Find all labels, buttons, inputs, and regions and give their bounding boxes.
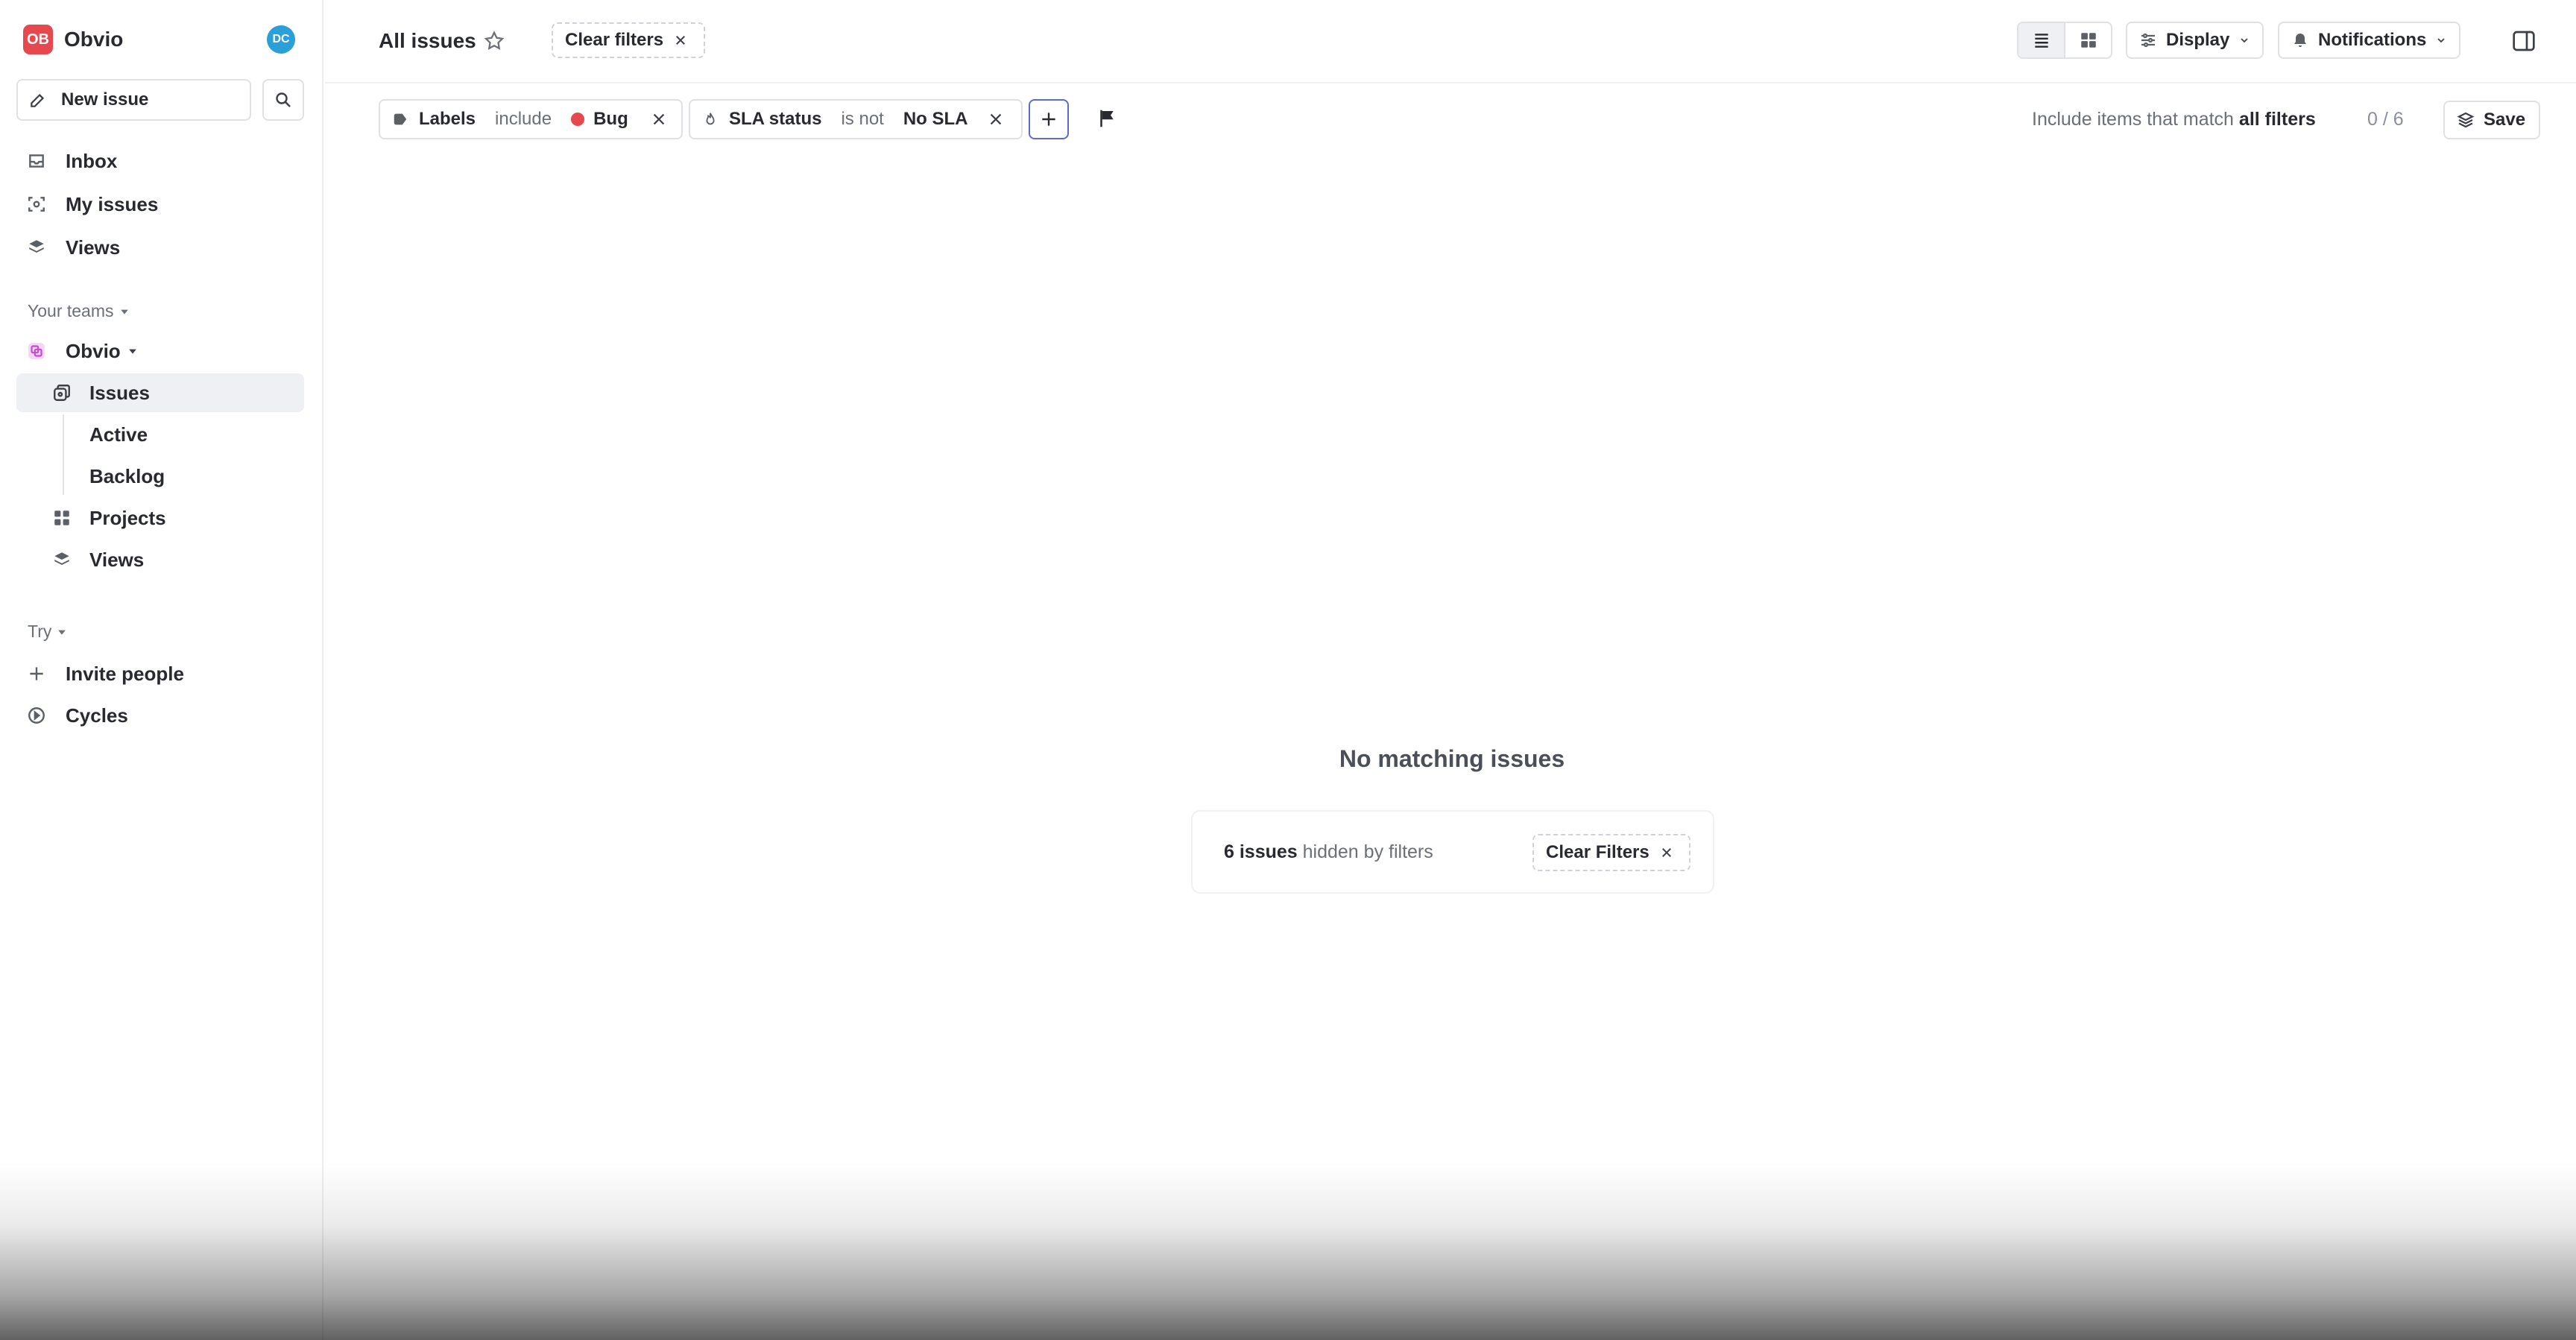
cycles-icon xyxy=(28,707,45,724)
clear-filters-card-button[interactable]: Clear Filters xyxy=(1532,834,1690,871)
add-filter-button[interactable] xyxy=(1029,99,1069,139)
display-label: Display xyxy=(2166,30,2230,50)
sidebar-item-team-views[interactable]: Views xyxy=(16,540,304,579)
list-icon xyxy=(2034,34,2048,48)
sidebar-item-label: Projects xyxy=(89,507,166,529)
plus-icon xyxy=(1042,113,1055,126)
bell-icon xyxy=(2294,34,2306,47)
hidden-issues-card: 6 issues hidden by filters Clear Filters xyxy=(1191,810,1714,894)
my-issues-icon xyxy=(28,197,45,212)
match-count: 0 / 6 xyxy=(2367,109,2404,130)
sidebar-item-issues[interactable]: Issues xyxy=(16,373,304,412)
empty-state-title: No matching issues xyxy=(1339,745,1565,772)
label-icon xyxy=(394,113,407,125)
search-button[interactable] xyxy=(262,79,304,121)
team-icon xyxy=(28,343,45,359)
close-icon xyxy=(676,36,686,45)
compose-icon xyxy=(31,93,45,107)
views-icon xyxy=(54,552,69,566)
sidebar-team-obvio[interactable]: Obvio xyxy=(16,332,304,370)
chevron-down-icon xyxy=(2437,38,2445,43)
try-header[interactable]: Try xyxy=(28,622,66,642)
filter-chip-labels[interactable]: Labels include Bug xyxy=(379,99,683,139)
flag-icon[interactable] xyxy=(1096,107,1118,130)
star-icon[interactable] xyxy=(483,30,505,52)
new-issue-button[interactable]: New issue xyxy=(16,79,251,121)
save-label: Save xyxy=(2484,110,2526,130)
sidebar-item-inbox[interactable]: Inbox xyxy=(16,142,304,180)
filter-match-text[interactable]: Include items that match all filters xyxy=(2032,109,2316,130)
sidebar-item-label: Views xyxy=(89,549,145,571)
sidebar-item-label: Cycles xyxy=(66,704,128,727)
close-icon[interactable] xyxy=(988,111,1004,127)
close-icon[interactable] xyxy=(651,111,667,127)
hidden-issues-count: 6 issues xyxy=(1224,841,1298,862)
sidebar-item-my-issues[interactable]: My issues xyxy=(16,185,304,224)
sidebar: OB Obvio DC New issue Inbox My issues Vi… xyxy=(0,0,323,1340)
hidden-issues-suffix: hidden by filters xyxy=(1302,841,1433,862)
filter-value[interactable]: Bug xyxy=(593,109,628,130)
clear-filters-card-label: Clear Filters xyxy=(1546,842,1650,862)
caret-down-icon xyxy=(120,309,128,315)
caret-down-icon xyxy=(129,349,136,354)
search-icon xyxy=(276,92,291,107)
workspace-badge[interactable]: OB xyxy=(23,25,53,54)
sidebar-item-label: Active xyxy=(89,423,148,446)
filter-operator[interactable]: is not xyxy=(841,109,883,130)
projects-icon xyxy=(54,511,69,525)
match-prefix: Include items that match xyxy=(2032,109,2234,130)
clear-filters-button[interactable]: Clear filters xyxy=(552,22,705,58)
board-icon xyxy=(2080,33,2096,48)
sidebar-item-label: Invite people xyxy=(66,663,184,685)
try-label: Try xyxy=(28,622,52,641)
save-view-button[interactable]: Save xyxy=(2443,101,2540,139)
new-issue-label: New issue xyxy=(61,89,149,110)
sidebar-item-label: Backlog xyxy=(89,465,165,487)
caret-down-icon xyxy=(58,630,66,635)
avatar[interactable]: DC xyxy=(267,25,295,54)
team-label: Obvio xyxy=(66,340,121,362)
issues-icon xyxy=(54,385,70,401)
bottom-shade xyxy=(0,1163,2576,1340)
notifications-button[interactable]: Notifications xyxy=(2278,22,2461,59)
sidebar-item-invite-people[interactable]: Invite people xyxy=(16,654,304,693)
inbox-icon xyxy=(29,154,44,168)
header-divider xyxy=(325,82,2576,83)
close-icon xyxy=(1661,848,1671,857)
sidebar-item-cycles[interactable]: Cycles xyxy=(16,696,304,735)
hidden-issues-text: 6 issues hidden by filters xyxy=(1224,841,1433,863)
bug-color-dot xyxy=(571,113,585,126)
match-mode[interactable]: all filters xyxy=(2239,109,2316,130)
sidebar-item-label: Views xyxy=(66,236,121,259)
filter-field: Labels xyxy=(419,109,476,129)
board-layout-button[interactable] xyxy=(2065,23,2111,57)
sidebar-item-backlog[interactable]: Backlog xyxy=(16,457,304,496)
plus-icon xyxy=(30,667,43,680)
workspace-name[interactable]: Obvio xyxy=(64,25,123,54)
list-layout-button[interactable] xyxy=(2018,23,2065,57)
sidebar-item-projects[interactable]: Projects xyxy=(16,499,304,537)
sidebar-item-label: Issues xyxy=(89,382,150,404)
sidebar-item-views[interactable]: Views xyxy=(16,228,304,267)
filter-chip-sla[interactable]: SLA status is not No SLA xyxy=(689,99,1023,139)
chevron-down-icon xyxy=(2241,38,2248,43)
flame-icon xyxy=(706,113,715,125)
sidebar-item-active[interactable]: Active xyxy=(16,415,304,454)
panel-toggle-icon[interactable] xyxy=(2512,30,2536,52)
clear-filters-label: Clear filters xyxy=(565,30,664,50)
your-teams-header[interactable]: Your teams xyxy=(28,301,129,321)
filter-field: SLA status xyxy=(729,109,822,129)
filter-value[interactable]: No SLA xyxy=(903,109,968,130)
notifications-label: Notifications xyxy=(2318,30,2427,50)
display-button[interactable]: Display xyxy=(2126,22,2264,59)
sidebar-item-label: My issues xyxy=(66,193,159,215)
layout-toggle xyxy=(2017,22,2112,59)
sliders-icon xyxy=(2141,33,2155,48)
page-title: All issues xyxy=(379,29,476,52)
views-icon xyxy=(29,240,44,253)
filter-operator[interactable]: include xyxy=(495,109,552,130)
your-teams-label: Your teams xyxy=(28,301,114,320)
sidebar-item-label: Inbox xyxy=(66,150,118,172)
layers-icon xyxy=(2457,112,2475,128)
